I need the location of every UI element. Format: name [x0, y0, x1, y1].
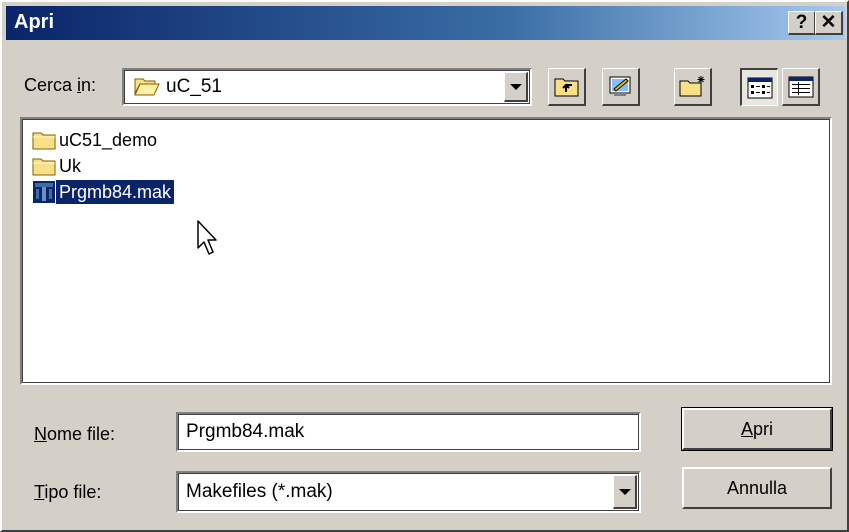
filetype-combobox[interactable]: Makefiles (*.mak) — [176, 471, 641, 513]
desktop-button[interactable] — [602, 68, 640, 106]
file-list[interactable]: uC51_demo Uk Prgmb84.mak — [20, 117, 832, 385]
filetype-value: Makefiles (*.mak) — [186, 481, 333, 502]
close-button[interactable]: ✕ — [815, 11, 843, 35]
open-folder-icon — [134, 75, 160, 102]
desktop-icon — [609, 76, 630, 96]
open-button[interactable]: Apri — [681, 407, 833, 451]
cancel-button[interactable]: Annulla — [682, 467, 832, 509]
new-folder-button[interactable] — [674, 68, 712, 106]
chevron-down-icon — [618, 488, 631, 495]
list-view-button[interactable] — [740, 68, 778, 106]
file-name: uC51_demo — [59, 130, 158, 150]
folder-icon — [32, 132, 56, 150]
folder-icon — [32, 158, 56, 176]
list-view-icon — [747, 77, 772, 98]
mouse-cursor-icon — [197, 220, 217, 255]
dialog-title: Apri — [14, 11, 54, 33]
chevron-down-icon — [509, 83, 522, 90]
new-folder-icon — [679, 75, 704, 96]
file-name: Uk — [59, 156, 81, 176]
up-folder-icon — [554, 78, 578, 96]
list-item-selected[interactable]: Prgmb84.mak — [32, 179, 176, 205]
help-button[interactable]: ? — [788, 11, 816, 35]
filename-label: Nome file: — [34, 424, 116, 444]
makefile-icon — [33, 181, 55, 203]
details-view-icon — [788, 76, 813, 97]
details-view-button[interactable] — [782, 68, 820, 106]
look-in-label: Cerca in: — [24, 75, 97, 95]
look-in-value: uC_51 — [166, 76, 222, 97]
title-bar[interactable]: Apri ? ✕ — [6, 6, 845, 40]
file-name: Prgmb84.mak — [54, 179, 176, 205]
open-dialog: Apri ? ✕ Cerca in: uC_51 uC51_demo Uk Pr… — [0, 0, 849, 532]
filetype-dropdown-button[interactable] — [613, 475, 637, 509]
look-in-dropdown-button[interactable] — [504, 72, 528, 102]
list-item[interactable]: Uk — [32, 153, 84, 179]
filetype-label: Tipo file: — [34, 482, 102, 502]
look-in-combobox[interactable]: uC_51 — [122, 68, 532, 106]
list-item[interactable]: uC51_demo — [32, 127, 160, 153]
filename-input[interactable]: Prgmb84.mak — [176, 412, 641, 452]
up-one-level-button[interactable] — [548, 68, 586, 106]
